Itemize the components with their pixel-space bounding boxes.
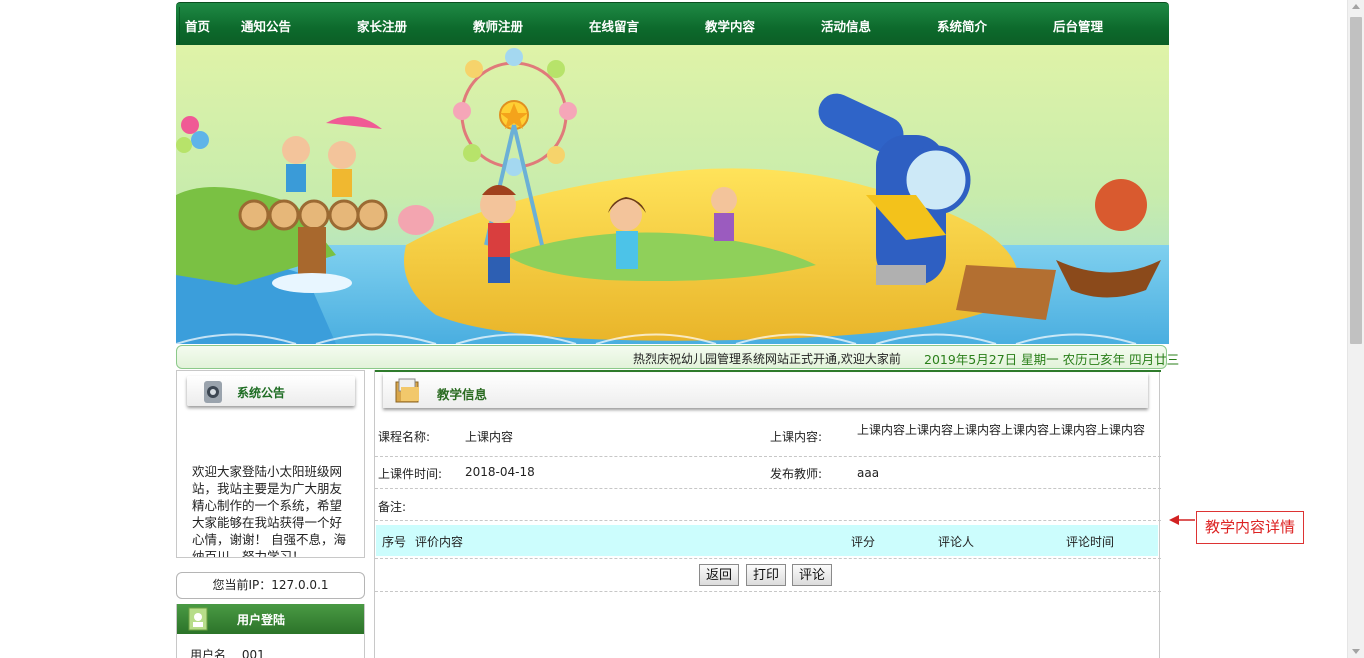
col-index: 序号 bbox=[382, 535, 407, 549]
col-time: 评论时间 bbox=[1066, 535, 1115, 549]
notice-icon bbox=[201, 379, 227, 408]
back-button[interactable]: 返回 bbox=[699, 564, 740, 586]
folder-icon bbox=[393, 376, 423, 409]
course-name-label: 课程名称: bbox=[378, 430, 431, 444]
remark-label: 备注: bbox=[378, 500, 407, 514]
nav-item-parent-register[interactable]: 家长注册 bbox=[357, 16, 407, 35]
print-button[interactable]: 打印 bbox=[746, 564, 787, 586]
current-ip: 您当前IP：127.0.0.1 bbox=[176, 572, 365, 599]
system-notice-title: 系统公告 bbox=[237, 386, 286, 400]
username-value[interactable]: 001 bbox=[242, 648, 265, 658]
panel-top-border bbox=[375, 370, 1161, 372]
comment-button[interactable]: 评论 bbox=[792, 564, 833, 586]
page: 首页 通知公告 家长注册 教师注册 在线留言 教学内容 活动信息 系统简介 后台… bbox=[0, 0, 1364, 658]
nav-item-teacher-register[interactable]: 教师注册 bbox=[473, 16, 523, 35]
system-notice-text: 欢迎大家登陆小太阳班级网站，我站主要是为广大朋友精心制作的一个系统，希望大家能够… bbox=[192, 464, 346, 557]
username-row: 用户名 001 bbox=[190, 646, 265, 658]
nav-item-home[interactable]: 首页 bbox=[185, 16, 210, 35]
comment-table-header: 序号 评价内容 评分 评论人 评论时间 bbox=[376, 525, 1158, 556]
time-label: 上课件时间: bbox=[378, 467, 443, 481]
content-label: 上课内容: bbox=[770, 430, 823, 444]
content-value: 上课内容上课内容上课内容上课内容上课内容上课内容 bbox=[857, 423, 1146, 437]
site-container: 首页 通知公告 家长注册 教师注册 在线留言 教学内容 活动信息 系统简介 后台… bbox=[176, 0, 1179, 658]
nav-item-activities[interactable]: 活动信息 bbox=[821, 16, 871, 35]
user-login-header: 用户登陆 bbox=[177, 604, 364, 634]
nav-item-about[interactable]: 系统简介 bbox=[937, 16, 987, 35]
user-login-panel: 用户登陆 用户名 001 bbox=[176, 604, 365, 658]
teacher-label: 发布教师: bbox=[770, 467, 823, 481]
page-scrollbar[interactable] bbox=[1347, 0, 1364, 658]
row-divider bbox=[375, 456, 1161, 457]
banner-image bbox=[176, 45, 1169, 344]
scroll-down-icon[interactable] bbox=[1352, 649, 1360, 654]
row-divider bbox=[375, 591, 1161, 592]
system-notice-panel: 系统公告 欢迎大家登陆小太阳班级网站，我站主要是为广大朋友精心制作的一个系统，希… bbox=[176, 370, 365, 558]
username-label: 用户名 bbox=[190, 648, 227, 658]
system-notice-header: 系统公告 bbox=[187, 376, 355, 406]
time-value: 2018-04-18 bbox=[465, 465, 535, 479]
scroll-up-icon[interactable] bbox=[1352, 4, 1360, 9]
teaching-info-panel: 教学信息 课程名称: 上课内容 上课内容: 上课内容上课内容上课内容上课内容上课… bbox=[374, 370, 1161, 658]
nav-item-teaching[interactable]: 教学内容 bbox=[705, 16, 755, 35]
nav-item-admin[interactable]: 后台管理 bbox=[1053, 16, 1103, 35]
ticker-date: 2019年5月27日 星期一 农历己亥年 四月廿三 bbox=[924, 352, 1180, 367]
nav-item-notices[interactable]: 通知公告 bbox=[241, 16, 291, 35]
row-divider bbox=[375, 520, 1161, 521]
login-icon bbox=[187, 606, 211, 635]
main-nav: 首页 通知公告 家长注册 教师注册 在线留言 教学内容 活动信息 系统简介 后台… bbox=[176, 2, 1169, 45]
user-login-title: 用户登陆 bbox=[237, 613, 286, 627]
col-score: 评分 bbox=[851, 535, 876, 549]
nav-divider bbox=[179, 7, 180, 44]
teaching-info-title: 教学信息 bbox=[437, 387, 488, 402]
ticker-message: 热烈庆祝幼儿园管理系统网站正式开通,欢迎大家前 bbox=[633, 352, 901, 366]
col-content: 评价内容 bbox=[415, 535, 464, 549]
nav-item-message[interactable]: 在线留言 bbox=[589, 16, 639, 35]
course-name-value: 上课内容 bbox=[465, 430, 514, 444]
row-divider bbox=[375, 558, 1161, 559]
annotation-callout: 教学内容详情 bbox=[1196, 511, 1304, 544]
row-divider bbox=[375, 488, 1161, 489]
callout-arrow-icon bbox=[1169, 515, 1195, 525]
teaching-info-header: 教学信息 bbox=[383, 373, 1148, 408]
announcement-ticker: 热烈庆祝幼儿园管理系统网站正式开通,欢迎大家前 2019年5月27日 星期一 农… bbox=[176, 345, 1179, 369]
col-reviewer: 评论人 bbox=[938, 535, 975, 549]
teacher-value: aaa bbox=[857, 466, 880, 480]
scroll-thumb[interactable] bbox=[1350, 17, 1362, 344]
